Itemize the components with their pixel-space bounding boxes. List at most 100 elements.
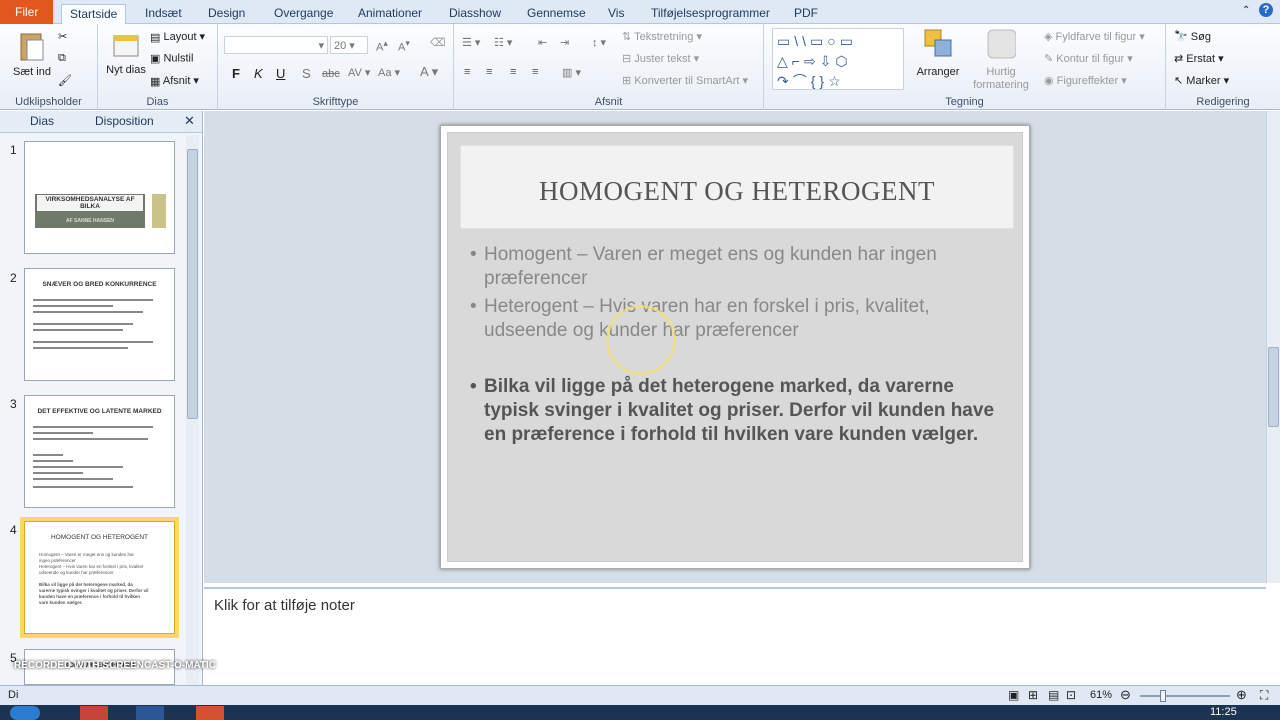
reset-button[interactable]: ▣ Nulstil	[150, 52, 193, 65]
shape-fill-button[interactable]: ◈ Fyldfarve til figur ▾	[1044, 30, 1145, 43]
thumb-title: VIRKSOMHEDSANALYSE AF BILKA	[37, 195, 143, 211]
slide-editor: HOMOGENT OG HETEROGENT • Homogent – Varen…	[204, 111, 1266, 583]
zoom-in-icon[interactable]: ⊕	[1236, 687, 1247, 703]
recording-watermark: RECORDED WITH SCREENCAST-O-MATIC	[14, 660, 216, 671]
status-bar: Di ▣ ⊞ ▤ ⊡ 61% ⊖ ⊕ ⛶	[0, 685, 1280, 705]
increase-indent-icon[interactable]: ⇥	[560, 36, 569, 49]
align-left-icon[interactable]: ≡	[464, 66, 470, 78]
binoculars-icon: 🔭	[1174, 31, 1188, 43]
editor-scrollbar[interactable]	[1266, 111, 1280, 583]
tab-slides-pane[interactable]: Dias	[30, 114, 54, 128]
clear-format-icon[interactable]: ⌫	[430, 36, 446, 49]
chrome-icon[interactable]	[80, 706, 108, 720]
group-label-font: Skrifttype	[312, 96, 359, 108]
zoom-slider[interactable]	[1140, 695, 1230, 697]
shadow-button[interactable]: S	[302, 66, 311, 81]
tab-animations[interactable]: Animationer	[350, 4, 430, 24]
tab-design[interactable]: Design	[200, 4, 253, 24]
shrink-font-icon[interactable]: A▾	[398, 38, 410, 54]
title-placeholder[interactable]: HOMOGENT OG HETEROGENT	[460, 145, 1014, 229]
bullet-3[interactable]: • Bilka vil ligge på det heterogene marke…	[470, 375, 995, 447]
convert-smartart-button[interactable]: ⊞ Konverter til SmartArt ▾	[622, 74, 748, 87]
paste-icon	[20, 33, 44, 61]
slide-thumbnail-4[interactable]: HOMOGENT OG HETEROGENT Homogent – Varen …	[20, 517, 179, 638]
layout-button[interactable]: ▤ Layout ▾	[150, 30, 205, 44]
replace-button[interactable]: ⇄ Erstat ▾	[1174, 52, 1224, 65]
find-button[interactable]: 🔭 Søg	[1174, 30, 1211, 43]
new-slide-button[interactable]: Nyt dias	[106, 30, 146, 77]
scrollbar-thumb[interactable]	[1268, 347, 1279, 427]
line-spacing-icon[interactable]: ↕ ▾	[592, 36, 606, 49]
change-case-icon[interactable]: Aa ▾	[378, 66, 400, 79]
tab-review[interactable]: Gennemse	[519, 4, 594, 24]
slideshow-view-icon[interactable]: ⊡	[1066, 688, 1076, 702]
normal-view-icon[interactable]: ▣	[1008, 688, 1019, 702]
reading-view-icon[interactable]: ▤	[1048, 688, 1059, 702]
notes-pane[interactable]: Klik for at tilføje noter	[204, 587, 1266, 685]
tab-home[interactable]: Startside	[61, 4, 127, 25]
bold-button[interactable]: F	[232, 66, 240, 81]
word-icon[interactable]	[136, 706, 164, 720]
section-button[interactable]: ▦ Afsnit ▾	[150, 74, 199, 88]
font-name-input[interactable]: ▾	[224, 36, 328, 54]
tab-view[interactable]: Vis	[600, 4, 632, 24]
italic-button[interactable]: K	[254, 66, 263, 81]
minimize-ribbon-icon[interactable]: ⌃	[1242, 5, 1250, 16]
grow-font-icon[interactable]: A▴	[376, 38, 388, 54]
powerpoint-icon[interactable]	[196, 706, 224, 720]
shape-effects-button[interactable]: ◉ Figureffekter ▾	[1044, 74, 1127, 87]
bullet-2[interactable]: • Heterogent – Hvis varen har en forskel …	[470, 295, 994, 343]
fit-slide-icon[interactable]: ⛶	[1260, 688, 1268, 703]
tab-transitions[interactable]: Overgange	[266, 4, 341, 24]
bullet-3-text: Bilka vil ligge på det heterogene marked…	[484, 376, 995, 445]
numbering-icon[interactable]: ☷ ▾	[494, 36, 512, 49]
slide-thumbnail-1[interactable]: VIRKSOMHEDSANALYSE AF BILKA AF SANNE HAN…	[24, 141, 175, 254]
sorter-view-icon[interactable]: ⊞	[1028, 688, 1038, 702]
tab-outline-pane[interactable]: Disposition	[95, 114, 154, 128]
align-text-button[interactable]: ⊟ Juster tekst ▾	[622, 52, 699, 65]
tab-insert[interactable]: Indsæt	[137, 4, 190, 24]
shape-outline-button[interactable]: ✎ Kontur til figur ▾	[1044, 52, 1133, 65]
zoom-level[interactable]: 61%	[1090, 689, 1112, 701]
align-center-icon[interactable]: ≡	[486, 66, 492, 78]
decrease-indent-icon[interactable]: ⇤	[538, 36, 547, 49]
slides-scrollbar[interactable]	[186, 135, 199, 685]
tab-slideshow[interactable]: Diasshow	[441, 4, 509, 24]
slide-thumbnail-2[interactable]: SNÆVER OG BRED KONKURRENCE	[24, 268, 175, 381]
scrollbar-thumb[interactable]	[187, 149, 198, 419]
slide-title: HOMOGENT OG HETEROGENT	[539, 176, 935, 206]
slide-thumbnail-3[interactable]: DET EFFEKTIVE OG LATENTE MARKED	[24, 395, 175, 508]
ribbon-tab-bar: Filer Startside Indsæt Design Overgange …	[0, 0, 1280, 25]
zoom-out-icon[interactable]: ⊖	[1120, 687, 1131, 703]
tab-pdf[interactable]: PDF	[786, 4, 826, 24]
quick-styles-button[interactable]: Hurtig formatering	[966, 28, 1036, 92]
columns-icon[interactable]: ▥ ▾	[562, 66, 581, 79]
underline-button[interactable]: U	[276, 66, 285, 81]
copy-icon[interactable]: ⧉	[58, 52, 66, 65]
shapes-gallery[interactable]: ▭\\▭○▭ △⌐⇨⇩⬡ ↷⌒{}☆	[772, 28, 904, 90]
start-icon[interactable]	[10, 706, 40, 720]
convert-smartart-label: Konverter til SmartArt	[634, 75, 740, 87]
help-icon[interactable]: ?	[1259, 3, 1273, 17]
font-color-icon[interactable]: A ▾	[420, 64, 438, 80]
align-right-icon[interactable]: ≡	[510, 66, 516, 78]
zoom-slider-thumb[interactable]	[1160, 690, 1166, 702]
tab-file[interactable]: Filer	[0, 0, 54, 24]
thumb-title: SNÆVER OG BRED KONKURRENCE	[42, 281, 157, 288]
font-size-input[interactable]: 20 ▾	[330, 36, 368, 54]
arrange-button[interactable]: Arranger	[910, 28, 966, 79]
justify-icon[interactable]: ≡	[532, 66, 538, 78]
close-pane-icon[interactable]: ✕	[184, 113, 195, 129]
text-direction-button[interactable]: ⇅ Tekstretning ▾	[622, 30, 702, 43]
tab-addins[interactable]: Tilføjelsesprogrammer	[643, 4, 778, 24]
bullet-1[interactable]: • Homogent – Varen er meget ens og kunden…	[470, 243, 994, 291]
paste-button[interactable]: Sæt ind	[10, 30, 54, 79]
shape-fill-label: Fyldfarve til figur	[1055, 31, 1137, 43]
cut-icon[interactable]: ✂	[58, 30, 67, 43]
format-painter-icon[interactable]: 🖌	[58, 74, 72, 87]
char-spacing-icon[interactable]: AV ▾	[348, 66, 370, 79]
current-slide[interactable]: HOMOGENT OG HETEROGENT • Homogent – Varen…	[440, 125, 1030, 569]
strikethrough-button[interactable]: abc	[322, 68, 340, 80]
bullets-icon[interactable]: ☰ ▾	[462, 36, 480, 49]
select-button[interactable]: ↖ Marker ▾	[1174, 74, 1229, 87]
